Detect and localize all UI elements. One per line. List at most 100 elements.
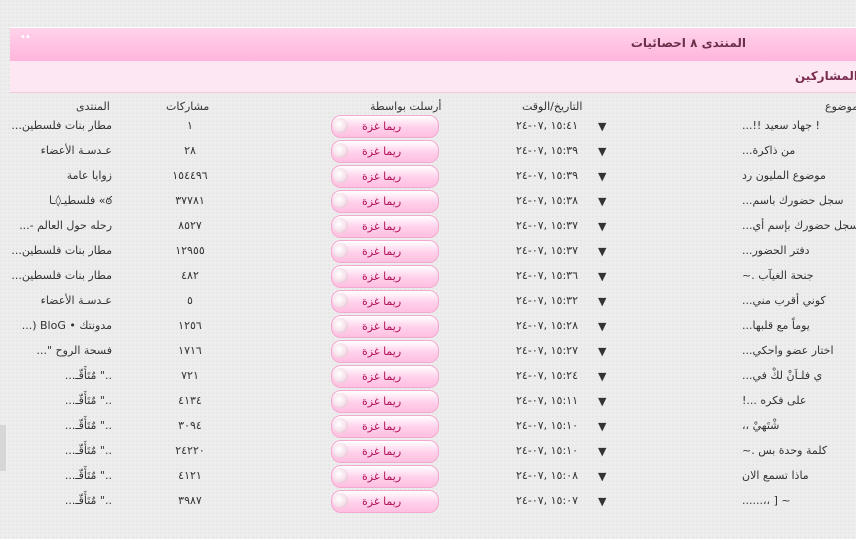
ball-icon — [333, 293, 348, 308]
poster-badge[interactable]: ريما غزة — [331, 390, 439, 413]
poster-badge[interactable]: ريما غزة — [331, 365, 439, 388]
forum-link[interactable]: عـدسـة الأعضاء — [41, 294, 112, 307]
poster-name[interactable]: ريما غزة — [362, 370, 401, 383]
poster-badge[interactable]: ريما غزة — [331, 415, 439, 438]
poster-badge[interactable]: ريما غزة — [331, 165, 439, 188]
post-datetime: ١٥:٠٨ ,٠٧-٢٤ — [516, 469, 578, 482]
poster-name[interactable]: ريما غزة — [362, 470, 401, 483]
post-datetime: ١٥:٣٦ ,٠٧-٢٤ — [516, 269, 578, 282]
posts-count: ٣٠٩٤ — [178, 419, 202, 432]
poster-badge[interactable]: ريما غزة — [331, 465, 439, 488]
posts-count: ٣٩٨٧ — [178, 494, 202, 507]
poster-badge[interactable]: ريما غزة — [331, 115, 439, 138]
forum-link[interactable]: مطار بنات فلسطين... — [11, 119, 112, 132]
poster-badge[interactable]: ريما غزة — [331, 315, 439, 338]
collapse-dots-icon[interactable]: •• — [20, 32, 31, 43]
forum-link[interactable]: مطار بنات فلسطين... — [11, 269, 112, 282]
triangle-down-icon[interactable]: ▼ — [598, 370, 606, 383]
posts-count: ٤٨٢ — [181, 269, 199, 282]
poster-badge[interactable]: ريما غزة — [331, 140, 439, 163]
poster-badge[interactable]: ريما غزة — [331, 190, 439, 213]
poster-badge[interactable]: ريما غزة — [331, 340, 439, 363]
post-datetime: ١٥:٣٢ ,٠٧-٢٤ — [516, 294, 578, 307]
forum-link[interactable]: .." مٌتَأَقّـ... — [65, 444, 112, 457]
topic-link[interactable]: من ذاكرة... — [742, 144, 795, 157]
poster-badge[interactable]: ريما غزة — [331, 490, 439, 513]
table-row: .." مٌتَأَقّـ... ٤١٢١ ريما غزة ١٥:٠٨ ,٠٧-٢٤… — [0, 464, 856, 489]
topic-link[interactable]: كلمة وحدة بس .~ — [742, 444, 827, 457]
forum-link[interactable]: .." مٌتَأَقّـ... — [65, 494, 112, 507]
column-header-topic: الموضوع — [825, 100, 856, 113]
triangle-down-icon[interactable]: ▼ — [598, 220, 606, 233]
triangle-down-icon[interactable]: ▼ — [598, 395, 606, 408]
forum-link[interactable]: .." مٌتَأَقّـ... — [65, 369, 112, 382]
triangle-down-icon[interactable]: ▼ — [598, 320, 606, 333]
ball-icon — [333, 418, 348, 433]
poster-name[interactable]: ريما غزة — [362, 395, 401, 408]
posts-count: ٣٧٧٨١ — [175, 194, 205, 207]
topic-link[interactable]: ماذا تسمع الان — [742, 469, 809, 482]
poster-badge[interactable]: ريما غزة — [331, 290, 439, 313]
poster-name[interactable]: ريما غزة — [362, 245, 401, 258]
topic-link[interactable]: شْتَهيْ ،، — [742, 419, 779, 432]
post-datetime: ١٥:٣٩ ,٠٧-٢٤ — [516, 144, 578, 157]
poster-name[interactable]: ريما غزة — [362, 170, 401, 183]
triangle-down-icon[interactable]: ▼ — [598, 495, 606, 508]
forum-link[interactable]: زوايا عامة — [67, 169, 112, 182]
forum-link[interactable]: .." مٌتَأَقّـ... — [65, 394, 112, 407]
forum-link[interactable]: .." مٌتَأَقّـ... — [65, 469, 112, 482]
poster-name[interactable]: ريما غزة — [362, 295, 401, 308]
column-header-forum: المنتدى — [76, 100, 110, 113]
forum-link[interactable]: ఠ» فلسطيـ◊ـا — [49, 194, 112, 210]
poster-name[interactable]: ريما غزة — [362, 120, 401, 133]
topic-link[interactable]: ي فلـاَنْ لكْ في... — [742, 369, 822, 382]
topic-link[interactable]: جنحة الغيآب .~ — [742, 269, 814, 282]
table-row: زوايا عامة ١٥٤٤٩٦ ريما غزة ١٥:٣٩ ,٠٧-٢٤ ▼ موض… — [0, 164, 856, 189]
forum-link[interactable]: عـدسـة الأعضاء — [41, 144, 112, 157]
topic-link[interactable]: موضوع المليون رد — [742, 169, 826, 182]
topic-link[interactable]: يوماً مع قلبها... — [742, 319, 810, 332]
topic-link[interactable]: ~ [ ،،...... — [742, 494, 791, 507]
triangle-down-icon[interactable]: ▼ — [598, 245, 606, 258]
triangle-down-icon[interactable]: ▼ — [598, 170, 606, 183]
poster-name[interactable]: ريما غزة — [362, 220, 401, 233]
topic-link[interactable]: دفتر الحضور... — [742, 244, 810, 257]
topic-link[interactable]: ! جهاد سعيد !!... — [742, 119, 820, 132]
topic-link[interactable]: كوني أقرب مني... — [742, 294, 826, 307]
scrollbar[interactable] — [0, 425, 6, 471]
triangle-down-icon[interactable]: ▼ — [598, 345, 606, 358]
post-datetime: ١٥:٠٧ ,٠٧-٢٤ — [516, 494, 578, 507]
poster-name[interactable]: ريما غزة — [362, 420, 401, 433]
triangle-down-icon[interactable]: ▼ — [598, 270, 606, 283]
forum-link[interactable]: رحله حول العالم -... — [19, 219, 112, 232]
forum-link[interactable]: مدونتك • BloG (... — [22, 319, 112, 332]
topic-link[interactable]: سجل حضورك باسم... — [742, 194, 843, 207]
post-datetime: ١٥:١٠ ,٠٧-٢٤ — [516, 419, 578, 432]
forum-link[interactable]: .." مٌتَأَقّـ... — [65, 419, 112, 432]
poster-name[interactable]: ريما غزة — [362, 445, 401, 458]
triangle-down-icon[interactable]: ▼ — [598, 445, 606, 458]
poster-name[interactable]: ريما غزة — [362, 345, 401, 358]
triangle-down-icon[interactable]: ▼ — [598, 295, 606, 308]
triangle-down-icon[interactable]: ▼ — [598, 420, 606, 433]
poster-name[interactable]: ريما غزة — [362, 320, 401, 333]
topic-link[interactable]: على فكره ...! — [742, 394, 806, 407]
poster-name[interactable]: ريما غزة — [362, 145, 401, 158]
poster-name[interactable]: ريما غزة — [362, 270, 401, 283]
poster-name[interactable]: ريما غزة — [362, 495, 401, 508]
poster-name[interactable]: ريما غزة — [362, 195, 401, 208]
topic-link[interactable]: سجل حضورك بإسم أي... — [742, 219, 856, 232]
forum-link[interactable]: مطار بنات فلسطين... — [11, 244, 112, 257]
poster-badge[interactable]: ريما غزة — [331, 440, 439, 463]
triangle-down-icon[interactable]: ▼ — [598, 195, 606, 208]
triangle-down-icon[interactable]: ▼ — [598, 145, 606, 158]
poster-badge[interactable]: ريما غزة — [331, 265, 439, 288]
triangle-down-icon[interactable]: ▼ — [598, 470, 606, 483]
poster-badge[interactable]: ريما غزة — [331, 240, 439, 263]
table-row: عـدسـة الأعضاء ٢٨ ريما غزة ١٥:٣٩ ,٠٧-٢٤ ▼ من … — [0, 139, 856, 164]
topic-link[interactable]: اختار عضو واحكي... — [742, 344, 834, 357]
forum-link[interactable]: فسحة الروح "... — [36, 344, 112, 357]
triangle-down-icon[interactable]: ▼ — [598, 120, 606, 133]
poster-badge[interactable]: ريما غزة — [331, 215, 439, 238]
posts-count: ٧٢١ — [181, 369, 199, 382]
